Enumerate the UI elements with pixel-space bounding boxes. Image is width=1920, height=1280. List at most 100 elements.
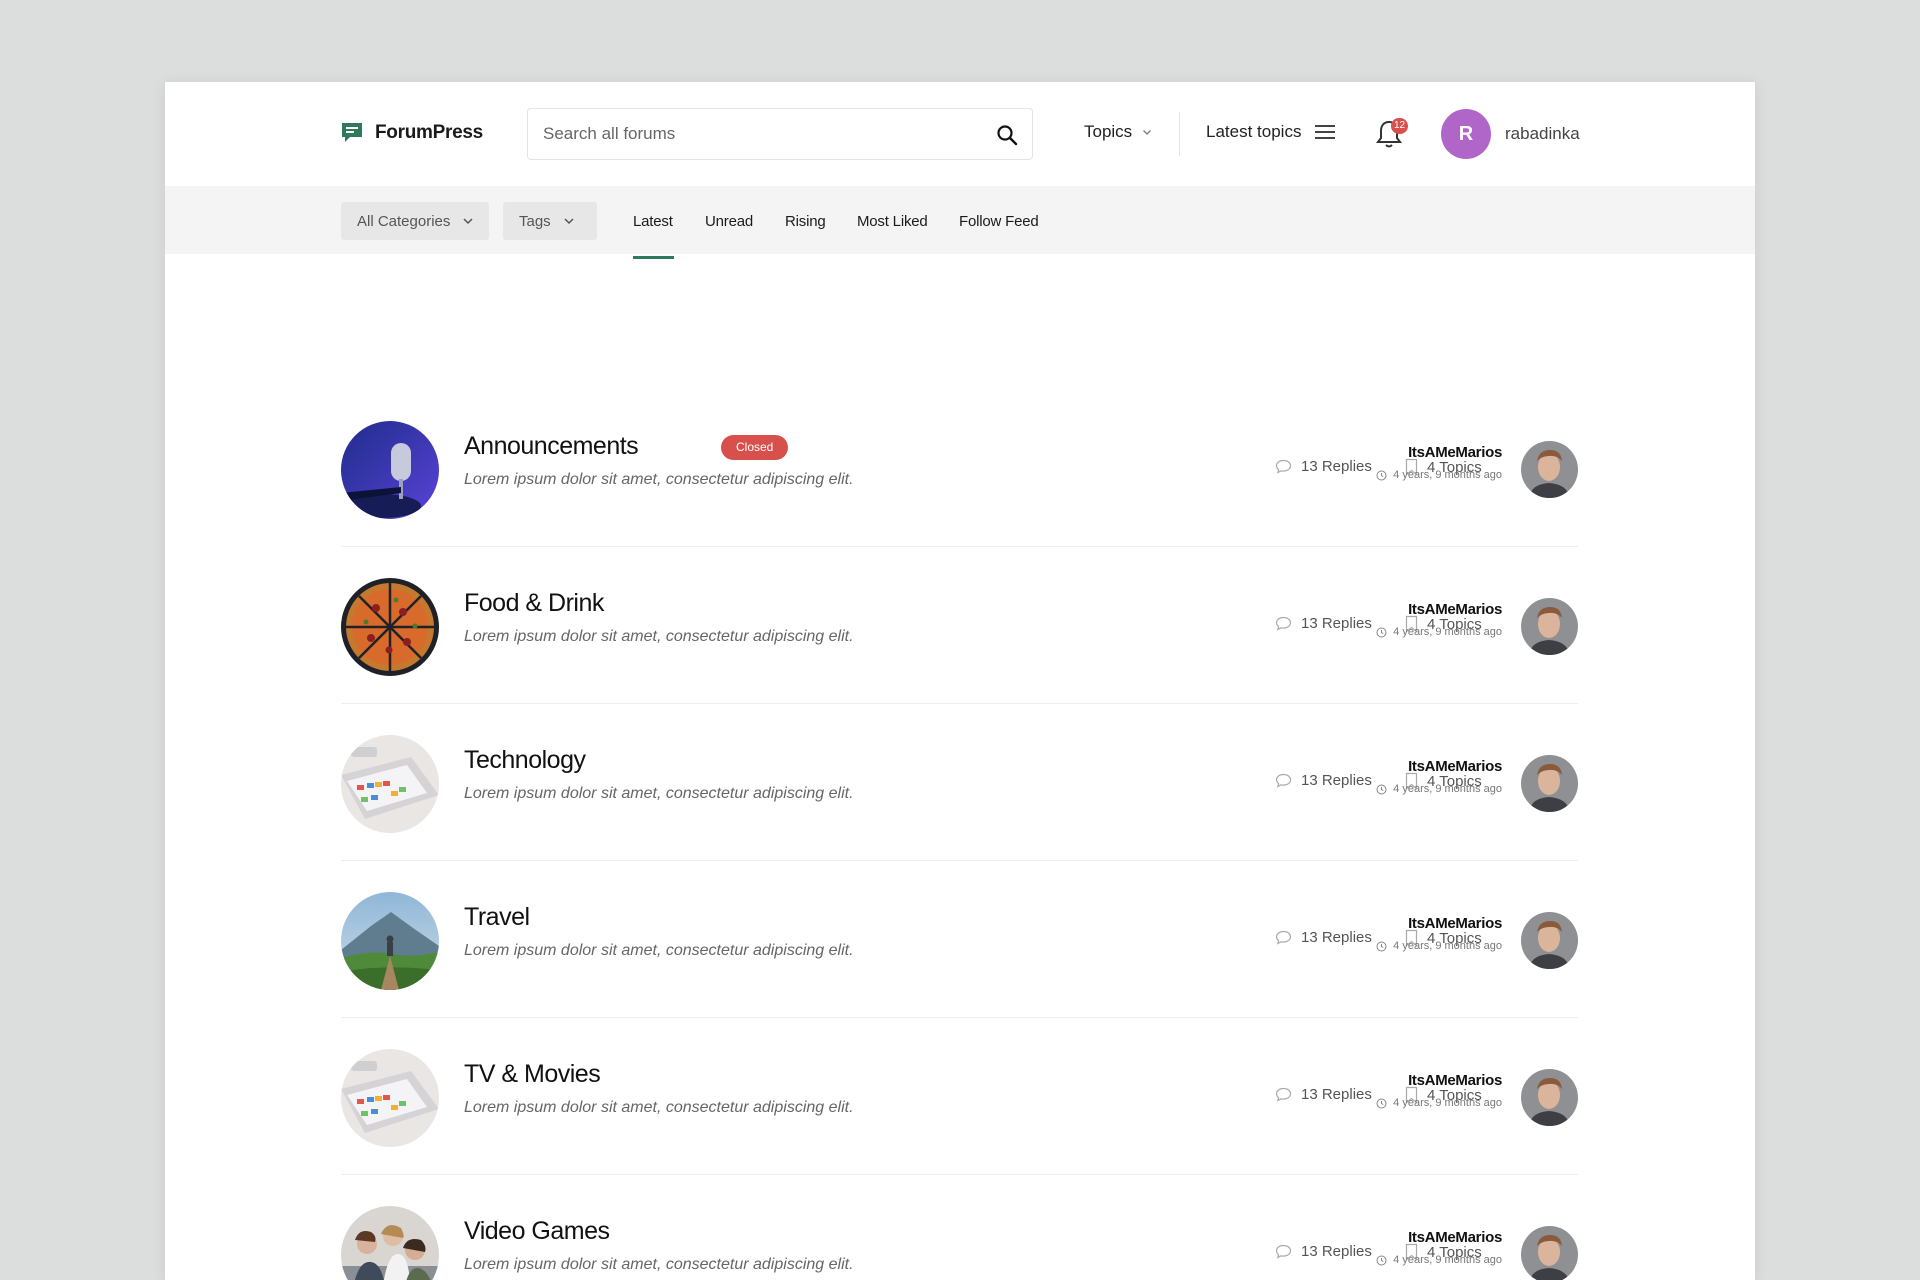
header-divider bbox=[1179, 112, 1180, 156]
search-input[interactable] bbox=[528, 109, 1032, 159]
forum-page: ForumPress Topics Latest topics bbox=[165, 82, 1755, 1280]
tab-most-liked[interactable]: Most Liked bbox=[857, 213, 928, 230]
last-poster-avatar[interactable] bbox=[1521, 912, 1578, 969]
replies-label: 13 Replies bbox=[1301, 1086, 1372, 1103]
tab-latest[interactable]: Latest bbox=[633, 213, 673, 230]
comment-icon bbox=[1275, 459, 1292, 474]
forum-thumbnail bbox=[341, 735, 439, 833]
forum-row[interactable]: Video Games Lorem ipsum dolor sit amet, … bbox=[341, 1175, 1578, 1280]
forum-description: Lorem ipsum dolor sit amet, consectetur … bbox=[464, 942, 854, 959]
clock-icon bbox=[1376, 470, 1387, 480]
forum-title[interactable]: Travel bbox=[464, 903, 530, 932]
top-header: ForumPress Topics Latest topics bbox=[165, 82, 1755, 186]
last-post-time: 4 years, 9 months ago bbox=[1376, 1097, 1502, 1109]
forum-description: Lorem ipsum dolor sit amet, consectetur … bbox=[464, 628, 854, 645]
last-poster-avatar[interactable] bbox=[1521, 598, 1578, 655]
last-poster-name[interactable]: ItsAMeMarios bbox=[1408, 601, 1502, 618]
last-post-time-label: 4 years, 9 months ago bbox=[1393, 469, 1502, 481]
tags-filter-dropdown[interactable]: Tags bbox=[503, 202, 597, 240]
last-poster-avatar[interactable] bbox=[1521, 755, 1578, 812]
chat-logo-icon bbox=[342, 123, 362, 142]
forum-row[interactable]: Technology Lorem ipsum dolor sit amet, c… bbox=[341, 704, 1578, 861]
user-avatar[interactable]: R bbox=[1441, 109, 1491, 159]
comment-icon bbox=[1275, 616, 1292, 631]
tab-rising[interactable]: Rising bbox=[785, 213, 826, 230]
comment-icon bbox=[1275, 773, 1292, 788]
search-icon[interactable] bbox=[996, 124, 1018, 146]
filter-bar: All Categories Tags Latest Unread Rising… bbox=[165, 186, 1755, 254]
forum-row[interactable]: Food & Drink Lorem ipsum dolor sit amet,… bbox=[341, 547, 1578, 704]
forum-row[interactable]: TV & Movies Lorem ipsum dolor sit amet, … bbox=[341, 1018, 1578, 1175]
comment-icon bbox=[1275, 1087, 1292, 1102]
topics-dropdown[interactable]: Topics bbox=[1084, 122, 1152, 142]
latest-topics-label: Latest topics bbox=[1206, 122, 1302, 141]
chevron-down-icon bbox=[463, 218, 473, 225]
person-photo bbox=[1521, 912, 1578, 969]
last-poster-name[interactable]: ItsAMeMarios bbox=[1408, 1072, 1502, 1089]
replies-label: 13 Replies bbox=[1301, 1243, 1372, 1260]
last-poster-name[interactable]: ItsAMeMarios bbox=[1408, 1229, 1502, 1246]
last-post-time: 4 years, 9 months ago bbox=[1376, 469, 1502, 481]
replies-count: 13 Replies bbox=[1275, 1243, 1372, 1260]
forum-description: Lorem ipsum dolor sit amet, consectetur … bbox=[464, 1099, 854, 1116]
last-post-time-label: 4 years, 9 months ago bbox=[1393, 1097, 1502, 1109]
chevron-down-icon bbox=[1143, 130, 1152, 135]
forum-description: Lorem ipsum dolor sit amet, consectetur … bbox=[464, 1256, 854, 1273]
person-photo bbox=[1521, 598, 1578, 655]
tab-unread[interactable]: Unread bbox=[705, 213, 753, 230]
forum-title[interactable]: Video Games bbox=[464, 1217, 610, 1246]
hamburger-menu-icon bbox=[1315, 125, 1336, 139]
tags-filter-label: Tags bbox=[519, 212, 551, 230]
closed-badge: Closed bbox=[721, 435, 789, 460]
latest-topics-menu[interactable]: Latest topics bbox=[1206, 122, 1336, 142]
category-filter-label: All Categories bbox=[357, 212, 451, 230]
category-filter-dropdown[interactable]: All Categories bbox=[341, 202, 489, 240]
notification-badge: 12 bbox=[1391, 118, 1409, 134]
forum-thumbnail bbox=[341, 1206, 439, 1280]
mountain-image bbox=[341, 892, 439, 990]
last-post-time: 4 years, 9 months ago bbox=[1376, 1254, 1502, 1266]
replies-count: 13 Replies bbox=[1275, 772, 1372, 789]
replies-count: 13 Replies bbox=[1275, 929, 1372, 946]
replies-label: 13 Replies bbox=[1301, 615, 1372, 632]
replies-count: 13 Replies bbox=[1275, 458, 1372, 475]
clock-icon bbox=[1376, 784, 1387, 794]
replies-label: 13 Replies bbox=[1301, 458, 1372, 475]
brand-logo[interactable]: ForumPress bbox=[341, 122, 483, 144]
username[interactable]: rabadinka bbox=[1505, 124, 1580, 144]
last-post-time: 4 years, 9 months ago bbox=[1376, 626, 1502, 638]
forum-title[interactable]: Food & Drink bbox=[464, 589, 604, 618]
last-poster-name[interactable]: ItsAMeMarios bbox=[1408, 444, 1502, 461]
forum-title[interactable]: Announcements bbox=[464, 432, 639, 461]
last-poster-avatar[interactable] bbox=[1521, 1069, 1578, 1126]
clock-icon bbox=[1376, 941, 1387, 951]
last-post-time-label: 4 years, 9 months ago bbox=[1393, 1254, 1502, 1266]
forum-row[interactable]: Travel Lorem ipsum dolor sit amet, conse… bbox=[341, 861, 1578, 1018]
forum-thumbnail bbox=[341, 1049, 439, 1147]
replies-count: 13 Replies bbox=[1275, 615, 1372, 632]
forum-thumbnail bbox=[341, 578, 439, 676]
last-poster-avatar[interactable] bbox=[1521, 1226, 1578, 1280]
brand-name: ForumPress bbox=[375, 122, 483, 143]
replies-label: 13 Replies bbox=[1301, 772, 1372, 789]
forum-thumbnail bbox=[341, 421, 439, 519]
forum-row[interactable]: Announcements Closed Lorem ipsum dolor s… bbox=[341, 390, 1578, 547]
tab-follow-feed[interactable]: Follow Feed bbox=[959, 213, 1039, 230]
last-poster-name[interactable]: ItsAMeMarios bbox=[1408, 915, 1502, 932]
search-box bbox=[527, 108, 1033, 160]
active-tab-indicator bbox=[633, 256, 674, 259]
last-poster-name[interactable]: ItsAMeMarios bbox=[1408, 758, 1502, 775]
last-post-time: 4 years, 9 months ago bbox=[1376, 783, 1502, 795]
device-image bbox=[341, 1049, 439, 1147]
pizza-image bbox=[341, 578, 439, 676]
forum-title[interactable]: Technology bbox=[464, 746, 586, 775]
last-poster-avatar[interactable] bbox=[1521, 441, 1578, 498]
person-photo bbox=[1521, 1226, 1578, 1280]
microphone-image bbox=[341, 421, 439, 519]
forum-description: Lorem ipsum dolor sit amet, consectetur … bbox=[464, 471, 854, 488]
replies-count: 13 Replies bbox=[1275, 1086, 1372, 1103]
last-post-time-label: 4 years, 9 months ago bbox=[1393, 783, 1502, 795]
last-post-time-label: 4 years, 9 months ago bbox=[1393, 626, 1502, 638]
forum-title[interactable]: TV & Movies bbox=[464, 1060, 601, 1089]
clock-icon bbox=[1376, 1255, 1387, 1265]
